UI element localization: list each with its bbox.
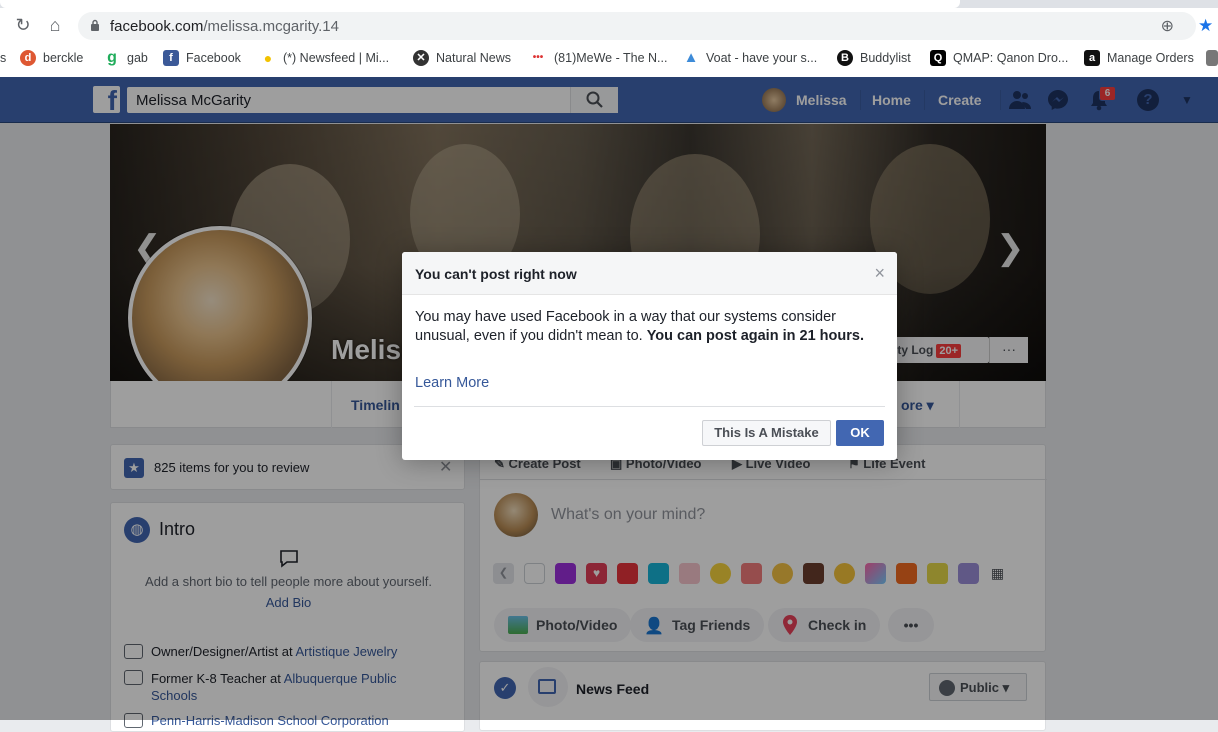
bookmark-overflow-icon[interactable] (1206, 49, 1218, 67)
lock-icon (91, 19, 99, 31)
qmap-icon: Q (930, 50, 946, 66)
address-bar[interactable]: facebook.com/melissa.mcgarity.14 ⊕ (78, 12, 1196, 40)
ok-button[interactable]: OK (836, 420, 884, 446)
bookmark-item[interactable]: B Buddylist (837, 49, 911, 67)
natural-news-icon: ✕ (413, 50, 429, 66)
duckduckgo-icon: d (20, 50, 36, 66)
learn-more-link[interactable]: Learn More (415, 375, 489, 391)
bookmarks-bar: s d berckle g gab f Facebook ● (*) Newsfeed … (0, 44, 1218, 72)
bookmark-star-icon[interactable]: ★ (1198, 16, 1213, 36)
buddylist-icon: B (837, 50, 853, 66)
dialog-title: You can't post right now (415, 266, 577, 282)
gab-icon: g (107, 49, 117, 66)
cant-post-dialog: You can't post right now × You may have … (402, 252, 897, 460)
amazon-icon: a (1084, 50, 1100, 66)
bookmark-item[interactable]: f Facebook (163, 49, 241, 67)
bookmark-item[interactable]: d berckle (20, 49, 83, 67)
bookmark-item[interactable]: ✕ Natural News (413, 49, 511, 67)
reload-icon[interactable]: ↻ (12, 14, 34, 36)
dialog-message: You may have used Facebook in a way that… (415, 309, 864, 344)
bookmark-item[interactable]: s (0, 49, 6, 67)
facebook-icon: f (163, 50, 179, 66)
lightbulb-icon: ● (263, 50, 273, 66)
bookmark-item[interactable]: g gab (104, 49, 148, 67)
url-text: facebook.com/melissa.mcgarity.14 (110, 18, 339, 35)
divider (414, 406, 885, 407)
browser-chrome: ↻ ⌂ facebook.com/melissa.mcgarity.14 ⊕ ★… (0, 0, 1218, 77)
mewe-icon: ••• (532, 52, 544, 63)
bookmark-item[interactable]: Q QMAP: Qanon Dro... (930, 49, 1068, 67)
active-tab[interactable] (0, 0, 960, 8)
bookmark-item[interactable]: ● (*) Newsfeed | Mi... (260, 49, 389, 67)
bookmark-item[interactable]: a Manage Orders (1084, 49, 1194, 67)
dialog-message-bold: You can post again in 21 hours. (646, 328, 864, 344)
home-icon[interactable]: ⌂ (44, 14, 66, 36)
dialog-header: You can't post right now × (402, 252, 897, 295)
zoom-icon[interactable]: ⊕ (1161, 16, 1174, 36)
tab-strip (0, 0, 1218, 8)
close-icon[interactable]: × (874, 263, 885, 284)
this-is-a-mistake-button[interactable]: This Is A Mistake (702, 420, 831, 446)
bookmark-item[interactable]: ••• (81)MeWe - The N... (529, 49, 668, 67)
bookmark-item[interactable]: ▲ Voat - have your s... (683, 49, 818, 67)
voat-icon: ▲ (683, 49, 699, 66)
